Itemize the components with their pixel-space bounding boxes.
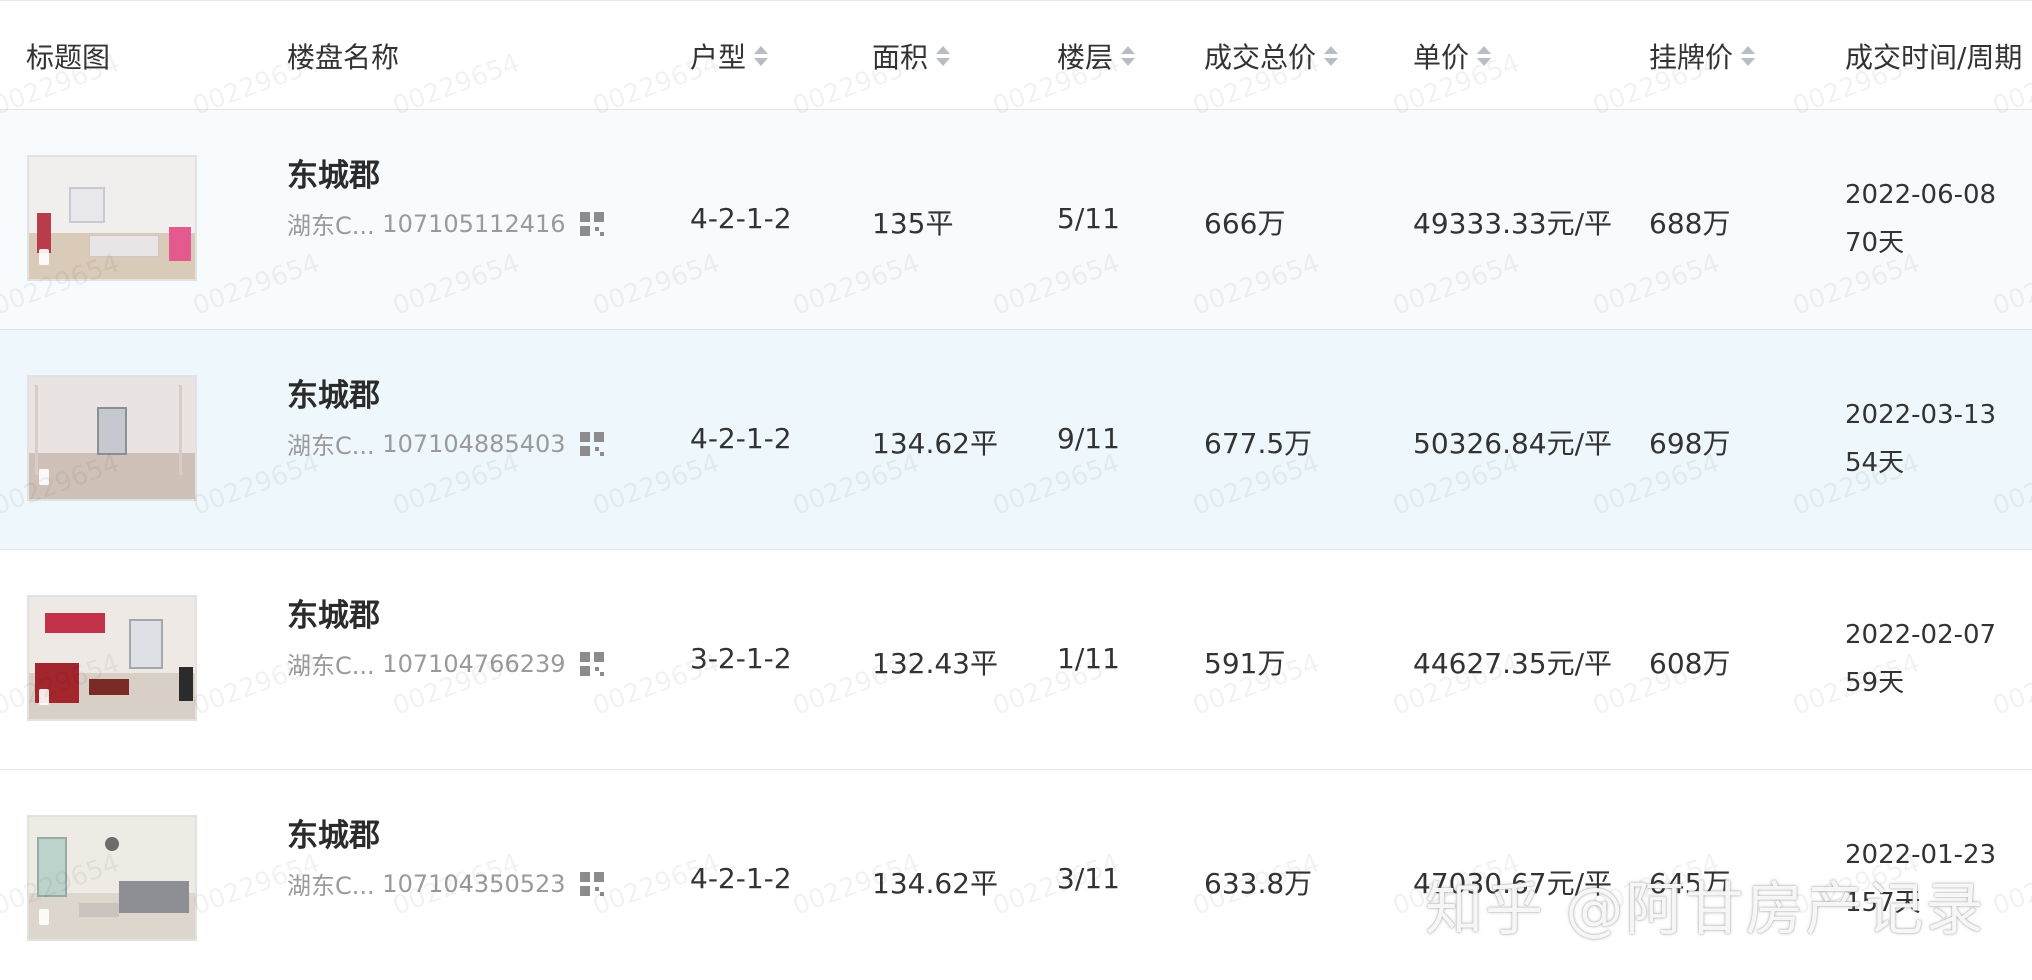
cell-list-price: 698万 (1649, 427, 1731, 460)
cell-area: 132.43平 (872, 647, 998, 680)
cell-list-price: 608万 (1649, 647, 1731, 680)
listing-id: 107104885403 (382, 429, 566, 458)
vr-icon (39, 689, 49, 705)
cell-deal-cycle: 59天 (1845, 668, 1905, 698)
cell-deal-date: 2022-06-08 (1845, 180, 1997, 210)
col-header-date-cycle-label: 成交时间/周期 (1845, 41, 2023, 74)
listing-thumbnail[interactable] (27, 815, 197, 941)
cell-floor: 5/11 (1057, 202, 1120, 235)
cell-floor: 9/11 (1057, 422, 1120, 455)
sort-icon[interactable] (754, 46, 769, 66)
table-row[interactable]: 东城郡 湖东C... 107104766239 3-2-1-2 132.43平 … (0, 550, 2032, 770)
cell-area: 135平 (872, 207, 954, 240)
cell-deal-cycle: 70天 (1845, 228, 1905, 258)
listing-thumbnail[interactable] (27, 595, 197, 721)
listing-region: 湖东C... (287, 872, 375, 900)
listing-name[interactable]: 东城郡 (287, 150, 380, 195)
listing-id: 107105112416 (382, 209, 566, 238)
col-header-layout[interactable]: 户型 (690, 1, 769, 111)
col-header-area-label: 面积 (872, 41, 929, 74)
cell-layout: 3-2-1-2 (690, 642, 792, 675)
col-header-layout-label: 户型 (690, 41, 747, 74)
cell-floor: 3/11 (1057, 862, 1120, 895)
cell-floor: 1/11 (1057, 642, 1120, 675)
listing-region: 湖东C... (287, 212, 375, 240)
cell-unit-price: 49333.33元/平 (1413, 207, 1613, 240)
cell-total-price: 666万 (1204, 207, 1286, 240)
col-header-date-cycle: 成交时间/周期 (1845, 1, 2022, 111)
vr-icon (39, 469, 49, 485)
col-header-name: 楼盘名称 (287, 1, 399, 111)
cell-layout: 4-2-1-2 (690, 422, 792, 455)
qr-code-icon[interactable] (579, 431, 604, 456)
cell-layout: 4-2-1-2 (690, 862, 792, 895)
table-row[interactable]: 东城郡 湖东C... 107105112416 4-2-1-2 135平 5/1… (0, 110, 2032, 330)
cell-list-price: 688万 (1649, 207, 1731, 240)
qr-code-icon[interactable] (579, 871, 604, 896)
listing-name[interactable]: 东城郡 (287, 590, 380, 635)
sort-icon[interactable] (1741, 46, 1756, 66)
listing-sub: 湖东C... 107104350523 (287, 866, 604, 901)
col-header-area[interactable]: 面积 (872, 1, 951, 111)
col-header-name-label: 楼盘名称 (287, 41, 400, 74)
listing-id: 107104350523 (382, 869, 566, 898)
col-header-image-label: 标题图 (26, 41, 111, 74)
col-header-total-price-label: 成交总价 (1204, 41, 1317, 74)
cell-area: 134.62平 (872, 427, 998, 460)
vr-icon (39, 909, 49, 925)
listing-thumbnail[interactable] (27, 375, 197, 501)
cell-deal-date: 2022-02-07 (1845, 620, 1997, 650)
cell-unit-price: 44627.35元/平 (1413, 647, 1613, 680)
col-header-list-price-label: 挂牌价 (1649, 41, 1734, 74)
vr-icon (39, 249, 49, 265)
deal-records-table: 标题图 楼盘名称 户型 面积 楼层 成交总价 单价 挂牌价 成交时间/周期 东城… (0, 0, 2032, 980)
col-header-floor-label: 楼层 (1057, 41, 1114, 74)
listing-name[interactable]: 东城郡 (287, 370, 380, 415)
cell-layout: 4-2-1-2 (690, 202, 792, 235)
col-header-unit-price[interactable]: 单价 (1413, 1, 1492, 111)
listing-region: 湖东C... (287, 652, 375, 680)
listing-name[interactable]: 东城郡 (287, 810, 380, 855)
sort-icon[interactable] (1324, 46, 1339, 66)
table-header: 标题图 楼盘名称 户型 面积 楼层 成交总价 单价 挂牌价 成交时间/周期 (0, 0, 2032, 110)
col-header-total-price[interactable]: 成交总价 (1204, 1, 1339, 111)
cell-area: 134.62平 (872, 867, 998, 900)
listing-sub: 湖东C... 107104885403 (287, 426, 604, 461)
col-header-image: 标题图 (26, 1, 110, 111)
cell-unit-price: 50326.84元/平 (1413, 427, 1613, 460)
listing-id: 107104766239 (382, 649, 566, 678)
listing-sub: 湖东C... 107105112416 (287, 206, 604, 241)
listing-sub: 湖东C... 107104766239 (287, 646, 604, 681)
qr-code-icon[interactable] (579, 651, 604, 676)
cell-total-price: 591万 (1204, 647, 1286, 680)
listing-thumbnail[interactable] (27, 155, 197, 281)
cell-total-price: 633.8万 (1204, 867, 1313, 900)
qr-code-icon[interactable] (579, 211, 604, 236)
sort-icon[interactable] (1477, 46, 1492, 66)
overlay-watermark: 知乎 @阿甘房产记录 (1425, 875, 1986, 943)
table-row[interactable]: 东城郡 湖东C... 107104885403 4-2-1-2 134.62平 … (0, 330, 2032, 550)
sort-icon[interactable] (936, 46, 951, 66)
col-header-list-price[interactable]: 挂牌价 (1649, 1, 1756, 111)
cell-total-price: 677.5万 (1204, 427, 1313, 460)
listing-region: 湖东C... (287, 432, 375, 460)
col-header-floor[interactable]: 楼层 (1057, 1, 1136, 111)
col-header-unit-price-label: 单价 (1413, 41, 1470, 74)
cell-deal-cycle: 54天 (1845, 448, 1905, 478)
sort-icon[interactable] (1121, 46, 1136, 66)
cell-deal-date: 2022-03-13 (1845, 400, 1997, 430)
